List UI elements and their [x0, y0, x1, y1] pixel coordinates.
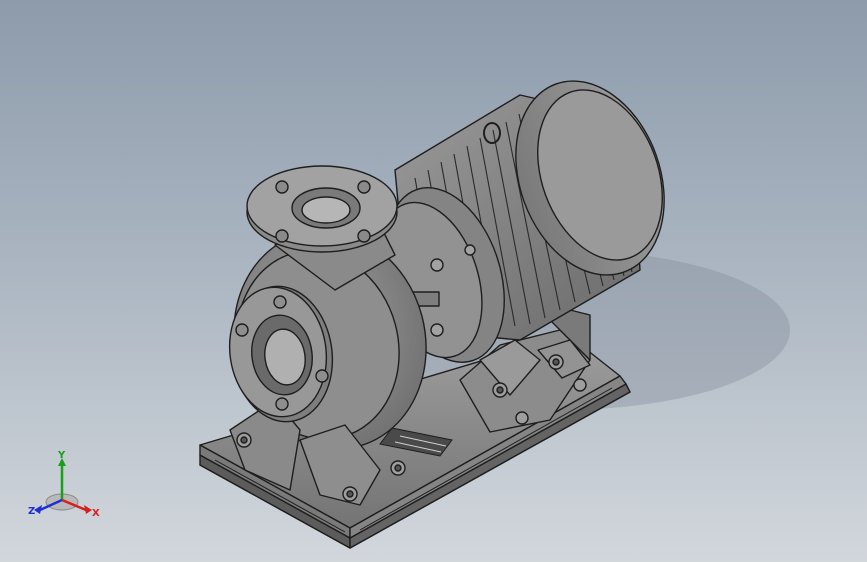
triad-x-label: X	[92, 508, 100, 519]
triad-x-arrow	[84, 505, 92, 514]
axis-triad[interactable]: Y X Z	[26, 448, 106, 520]
pump-model[interactable]	[0, 0, 867, 562]
discharge-flange	[246, 165, 398, 253]
triad-icon: Y X Z	[28, 450, 100, 519]
triad-y-label: Y	[57, 450, 66, 461]
graphics-viewport[interactable]: Y X Z	[0, 0, 867, 562]
triad-z-label: Z	[28, 506, 35, 517]
